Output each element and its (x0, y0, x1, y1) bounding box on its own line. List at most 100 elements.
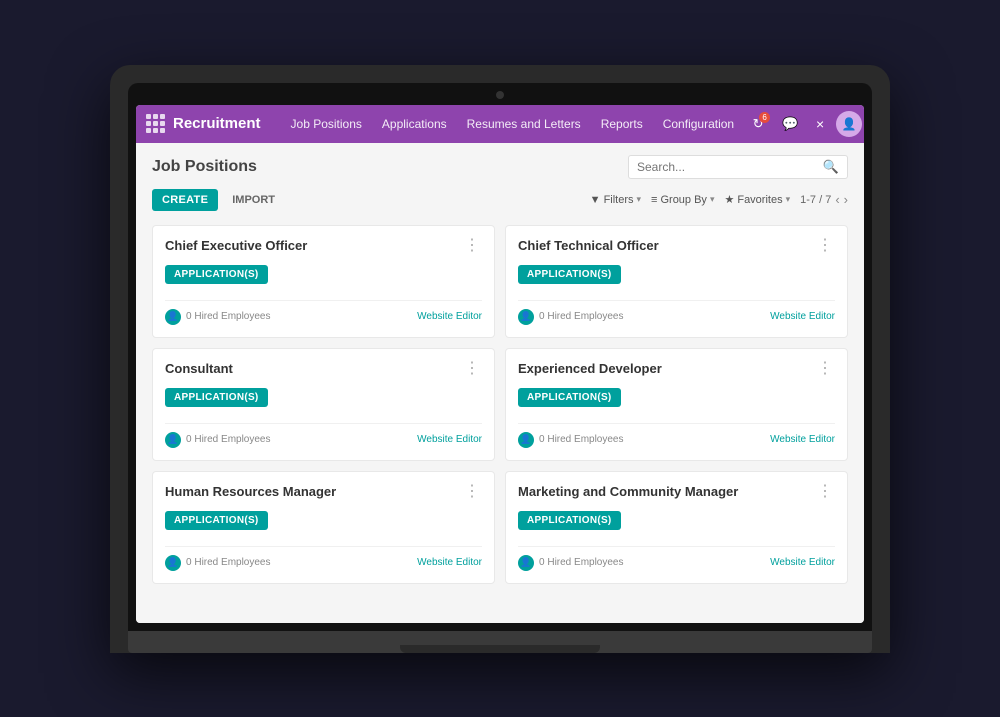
user-avatar[interactable]: 👤 (836, 111, 862, 137)
person-icon: 👤 (518, 555, 534, 571)
search-icon[interactable]: 🔍 (823, 159, 839, 175)
website-editor-link[interactable]: Website Editor (417, 434, 482, 445)
grid-menu-icon[interactable] (146, 105, 165, 143)
card-menu-icon[interactable]: ⋮ (462, 361, 482, 377)
main-content: Job Positions 🔍 CREATE IMPORT ▼ (136, 143, 864, 623)
job-title: Experienced Developer (518, 361, 662, 376)
page-title: Job Positions (152, 158, 257, 176)
card-menu-icon[interactable]: ⋮ (815, 361, 835, 377)
applications-button[interactable]: APPLICATION(S) (165, 388, 268, 407)
job-title: Human Resources Manager (165, 484, 336, 499)
filters-button[interactable]: ▼ Filters ▾ (590, 194, 641, 206)
nav-menu: Job Positions Applications Resumes and L… (281, 105, 745, 143)
favorites-label: Favorites (737, 194, 782, 206)
person-icon: 👤 (518, 432, 534, 448)
website-editor-link[interactable]: Website Editor (770, 557, 835, 568)
hired-count: 0 Hired Employees (539, 311, 624, 322)
chat-button[interactable]: 💬 (776, 110, 804, 138)
refresh-button[interactable]: ↻ 6 (744, 110, 772, 138)
card-header: Chief Executive Officer ⋮ (165, 238, 482, 254)
chat-icon: 💬 (782, 116, 798, 132)
import-button[interactable]: IMPORT (224, 189, 283, 211)
person-icon: 👤 (165, 555, 181, 571)
job-card-exp-dev: Experienced Developer ⋮ APPLICATION(S) 👤… (505, 348, 848, 461)
prev-page-button[interactable]: ‹ (835, 192, 839, 207)
toolbar-right: ▼ Filters ▾ ≡ Group By ▾ ★ Favorites (590, 192, 848, 207)
hired-info: 👤 0 Hired Employees (518, 555, 624, 571)
card-footer: 👤 0 Hired Employees Website Editor (518, 546, 835, 571)
job-title: Consultant (165, 361, 233, 376)
card-menu-icon[interactable]: ⋮ (815, 238, 835, 254)
card-footer: 👤 0 Hired Employees Website Editor (165, 300, 482, 325)
laptop-screen: Recruitment Job Positions Applications R… (136, 105, 864, 623)
nav-resumes[interactable]: Resumes and Letters (457, 105, 591, 143)
website-editor-link[interactable]: Website Editor (770, 311, 835, 322)
applications-button[interactable]: APPLICATION(S) (165, 511, 268, 530)
card-header: Chief Technical Officer ⋮ (518, 238, 835, 254)
website-editor-link[interactable]: Website Editor (417, 311, 482, 322)
group-by-label: Group By (660, 194, 706, 206)
website-editor-link[interactable]: Website Editor (770, 434, 835, 445)
person-icon: 👤 (165, 309, 181, 325)
card-header: Experienced Developer ⋮ (518, 361, 835, 377)
hired-info: 👤 0 Hired Employees (165, 432, 271, 448)
refresh-badge: 6 (759, 112, 770, 123)
website-editor-link[interactable]: Website Editor (417, 557, 482, 568)
grid-dots (146, 114, 165, 133)
applications-button[interactable]: APPLICATION(S) (518, 265, 621, 284)
hired-info: 👤 0 Hired Employees (165, 555, 271, 571)
hired-count: 0 Hired Employees (539, 434, 624, 445)
nav-reports[interactable]: Reports (591, 105, 653, 143)
person-icon: 👤 (165, 432, 181, 448)
card-menu-icon[interactable]: ⋮ (815, 484, 835, 500)
app-brand: Recruitment (173, 115, 261, 132)
card-header: Human Resources Manager ⋮ (165, 484, 482, 500)
card-footer: 👤 0 Hired Employees Website Editor (165, 423, 482, 448)
groupby-icon: ≡ (651, 194, 657, 206)
applications-button[interactable]: APPLICATION(S) (518, 388, 621, 407)
hired-count: 0 Hired Employees (186, 311, 271, 322)
job-title: Marketing and Community Manager (518, 484, 738, 499)
filter-icon: ▼ (590, 194, 601, 206)
job-card-ceo: Chief Executive Officer ⋮ APPLICATION(S)… (152, 225, 495, 338)
pagination-text: 1-7 / 7 (800, 194, 831, 206)
hired-count: 0 Hired Employees (186, 557, 271, 568)
create-button[interactable]: CREATE (152, 189, 218, 211)
applications-button[interactable]: APPLICATION(S) (165, 265, 268, 284)
nav-applications[interactable]: Applications (372, 105, 457, 143)
avatar-icon: 👤 (842, 117, 857, 131)
job-title: Chief Executive Officer (165, 238, 307, 253)
favorites-caret: ▾ (786, 194, 791, 205)
card-footer: 👤 0 Hired Employees Website Editor (518, 300, 835, 325)
card-menu-icon[interactable]: ⋮ (462, 238, 482, 254)
star-icon: ★ (724, 193, 734, 206)
nav-job-positions[interactable]: Job Positions (281, 105, 372, 143)
job-card-marketing: Marketing and Community Manager ⋮ APPLIC… (505, 471, 848, 584)
hired-info: 👤 0 Hired Employees (518, 432, 624, 448)
app-navbar: Recruitment Job Positions Applications R… (136, 105, 864, 143)
person-icon: 👤 (518, 309, 534, 325)
job-card-consultant: Consultant ⋮ APPLICATION(S) 👤 0 Hired Em… (152, 348, 495, 461)
applications-button[interactable]: APPLICATION(S) (518, 511, 621, 530)
job-card-hr: Human Resources Manager ⋮ APPLICATION(S)… (152, 471, 495, 584)
close-button[interactable]: × (808, 112, 832, 136)
search-input[interactable] (637, 160, 823, 174)
webcam (496, 91, 504, 99)
content-header: Job Positions 🔍 (152, 155, 848, 179)
pagination: 1-7 / 7 ‹ › (800, 192, 848, 207)
hired-count: 0 Hired Employees (539, 557, 624, 568)
favorites-button[interactable]: ★ Favorites ▾ (724, 193, 790, 206)
card-menu-icon[interactable]: ⋮ (462, 484, 482, 500)
screen-bezel: Recruitment Job Positions Applications R… (128, 83, 872, 631)
nav-configuration[interactable]: Configuration (653, 105, 744, 143)
search-box: 🔍 (628, 155, 848, 179)
toolbar-row: CREATE IMPORT ▼ Filters ▾ ≡ Group By ▾ (152, 189, 848, 211)
filters-caret: ▾ (637, 194, 642, 205)
job-card-cto: Chief Technical Officer ⋮ APPLICATION(S)… (505, 225, 848, 338)
next-page-button[interactable]: › (844, 192, 848, 207)
group-by-button[interactable]: ≡ Group By ▾ (651, 194, 714, 206)
card-footer: 👤 0 Hired Employees Website Editor (518, 423, 835, 448)
groupby-caret: ▾ (710, 194, 715, 205)
jobs-grid: Chief Executive Officer ⋮ APPLICATION(S)… (152, 225, 848, 584)
hired-info: 👤 0 Hired Employees (165, 309, 271, 325)
